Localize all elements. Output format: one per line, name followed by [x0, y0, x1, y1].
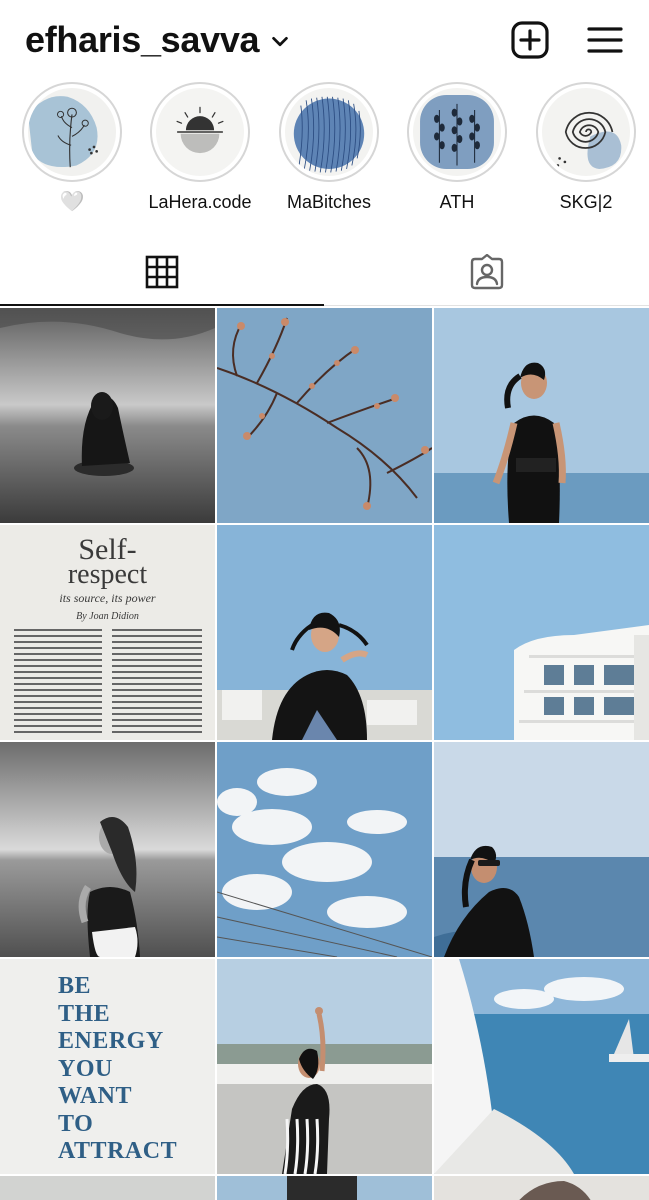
highlight-cover	[285, 88, 373, 176]
grid-icon	[145, 255, 179, 289]
highlight-label: LaHera.code	[148, 192, 252, 212]
highlight-cover-ring	[536, 82, 636, 182]
tab-divider	[324, 305, 649, 306]
post-thumbnail[interactable]	[0, 1176, 215, 1200]
instagram-profile-screen: efharis_savva 🤍 LaHera.code MaBitches AT…	[0, 0, 649, 1200]
hamburger-menu-icon	[587, 27, 623, 53]
highlight-label: 🤍	[59, 191, 85, 213]
post-thumbnail[interactable]	[434, 308, 649, 523]
menu-button[interactable]	[585, 20, 625, 60]
post-thumbnail[interactable]	[217, 525, 432, 740]
highlight-label: MaBitches	[286, 192, 372, 212]
plus-square-icon	[511, 21, 549, 59]
post-thumbnail[interactable]	[217, 959, 432, 1174]
post-thumbnail[interactable]	[217, 742, 432, 957]
tab-tagged[interactable]	[325, 240, 649, 304]
post-thumbnail[interactable]	[217, 1176, 432, 1200]
post-thumbnail[interactable]	[434, 742, 649, 957]
post-thumbnail[interactable]	[0, 308, 215, 523]
quote-text: BE THE ENERGY YOU WANT TO ATTRACT	[58, 973, 178, 1164]
highlight-label: ATH	[439, 192, 475, 212]
post-thumbnail[interactable]	[434, 525, 649, 740]
post-thumbnail[interactable]: BE THE ENERGY YOU WANT TO ATTRACT	[0, 959, 215, 1174]
account-switcher[interactable]: efharis_savva	[25, 18, 291, 62]
highlight-cover	[28, 88, 116, 176]
magazine-text-columns	[14, 629, 202, 733]
highlight-cover	[413, 88, 501, 176]
chevron-down-icon	[272, 36, 289, 47]
highlight-cover	[156, 88, 244, 176]
highlight-cover-ring	[150, 82, 250, 182]
profile-tabs	[0, 240, 649, 308]
highlight-label: SKG|2	[559, 192, 613, 212]
username: efharis_savva	[25, 19, 260, 60]
post-thumbnail[interactable]	[0, 742, 215, 957]
highlight-cover-ring	[279, 82, 379, 182]
highlight-cover-ring	[22, 82, 122, 182]
profile-header: efharis_savva	[0, 0, 649, 80]
post-thumbnail[interactable]	[217, 308, 432, 523]
highlight-item[interactable]: ATH	[397, 82, 517, 214]
post-thumbnail[interactable]: Self- respect its source, its power By J…	[0, 525, 215, 740]
story-highlights: 🤍 LaHera.code MaBitches ATH SKG|2	[0, 82, 649, 217]
highlight-item[interactable]: LaHera.code	[140, 82, 260, 214]
tagged-person-icon	[470, 254, 504, 290]
highlight-item[interactable]: SKG|2	[526, 82, 646, 214]
tab-posts-grid[interactable]	[0, 240, 324, 304]
highlight-cover-ring	[407, 82, 507, 182]
active-tab-indicator	[0, 304, 324, 306]
post-thumbnail[interactable]	[434, 1176, 649, 1200]
post-thumbnail[interactable]	[434, 959, 649, 1174]
highlight-item[interactable]: MaBitches	[269, 82, 389, 214]
highlight-item[interactable]: 🤍	[12, 82, 132, 214]
highlight-cover	[542, 88, 630, 176]
new-post-button[interactable]	[510, 20, 550, 60]
